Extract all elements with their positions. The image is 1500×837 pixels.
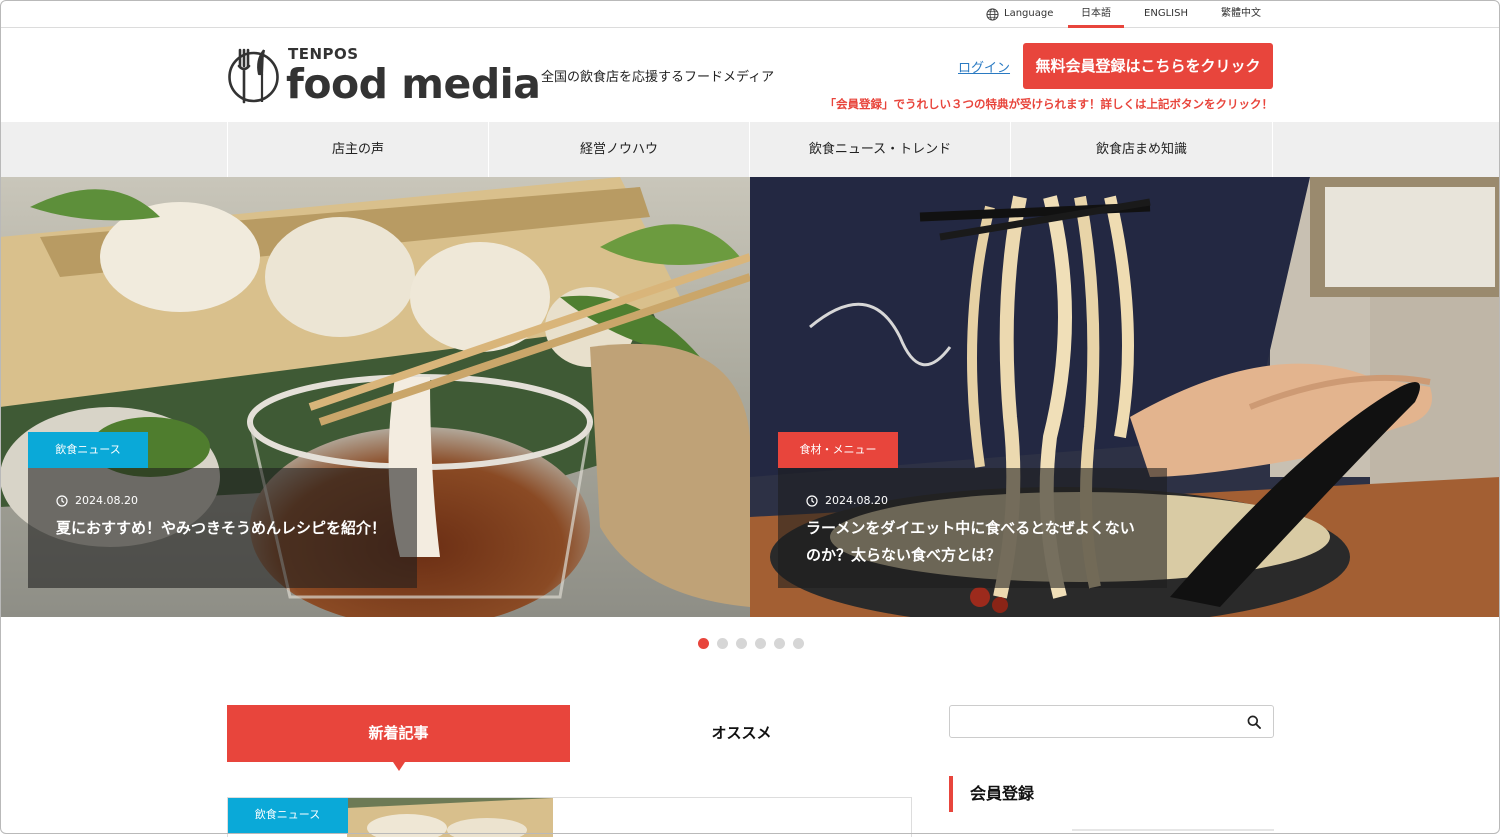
main-nav: 店主の声 経営ノウハウ 飲食ニュース・トレンド 飲食店まめ知識 [0, 122, 1500, 177]
search-icon[interactable] [1247, 715, 1261, 729]
nav-item-news-trend[interactable]: 飲食ニュース・トレンド [749, 122, 1010, 177]
slide-category-badge[interactable]: 飲食ニュース [28, 432, 148, 468]
slider-dot[interactable] [698, 638, 709, 649]
slider-dot[interactable] [793, 638, 804, 649]
slider-dot[interactable] [755, 638, 766, 649]
tab-recommended[interactable]: オススメ [570, 705, 913, 762]
fork-knife-logo-icon[interactable] [226, 46, 281, 104]
member-register-heading: 会員登録 [949, 776, 1034, 812]
nav-item-owner-voice[interactable]: 店主の声 [227, 122, 488, 177]
slider-dot[interactable] [736, 638, 747, 649]
search-box [949, 705, 1274, 738]
slide-date-text: 2024.08.20 [75, 494, 138, 507]
article-tabs: 新着記事 オススメ [227, 705, 913, 771]
login-link[interactable]: ログイン [958, 57, 1010, 76]
language-label-text: Language [1004, 8, 1054, 19]
site-tagline: 全国の飲食店を応援するフードメディア [541, 70, 775, 85]
nav-item-trivia[interactable]: 飲食店まめ知識 [1010, 122, 1273, 177]
free-register-button[interactable]: 無料会員登録はこちらをクリック [1023, 43, 1273, 89]
slide-somen[interactable]: 飲食ニュース 2024.08.20 夏におすすめ！やみつきそうめんレシピを紹介！ [0, 177, 750, 617]
slide-caption[interactable]: 2024.08.20 夏におすすめ！やみつきそうめんレシピを紹介！ [28, 468, 417, 588]
clock-icon [806, 494, 818, 507]
article-thumbnail [347, 798, 553, 837]
slider-dot[interactable] [774, 638, 785, 649]
slide-title: 夏におすすめ！やみつきそうめんレシピを紹介！ [56, 519, 387, 537]
clock-icon [56, 494, 68, 507]
tab-new-articles[interactable]: 新着記事 [227, 705, 570, 771]
slide-date-text: 2024.08.20 [825, 494, 888, 507]
slide-title: ラーメンをダイエット中に食べるとなぜよくない のか？太らない食べ方とは？ [806, 519, 1135, 564]
language-bar: Language 日本語 ENGLISH 繁體中文 [0, 0, 1500, 28]
slider-dots [698, 638, 804, 649]
article-card[interactable]: 飲食ニュース [227, 797, 912, 837]
slide-ramen[interactable]: 食材・メニュー 2024.08.20 ラーメンをダイエット中に食べるとなぜよくな… [750, 177, 1500, 617]
slide-category-badge[interactable]: 食材・メニュー [778, 432, 898, 468]
slider-dot[interactable] [717, 638, 728, 649]
slide-caption[interactable]: 2024.08.20 ラーメンをダイエット中に食べるとなぜよくない のか？太らな… [778, 468, 1167, 588]
language-label: Language [986, 0, 1053, 28]
article-category-badge[interactable]: 飲食ニュース [228, 798, 348, 833]
slide-date: 2024.08.20 [56, 494, 389, 507]
slide-date: 2024.08.20 [806, 494, 1139, 507]
language-option-zh-tw[interactable]: 繁體中文 [1214, 0, 1268, 28]
language-option-ja[interactable]: 日本語 [1068, 0, 1124, 28]
divider [1072, 829, 1274, 831]
search-input[interactable] [950, 706, 1230, 737]
nav-item-management[interactable]: 経営ノウハウ [488, 122, 749, 177]
hero-slider: 飲食ニュース 2024.08.20 夏におすすめ！やみつきそうめんレシピを紹介！ [0, 177, 1500, 617]
logo-brand-main[interactable]: food media [286, 60, 541, 108]
register-note: 「会員登録」でうれしい３つの特典が受けられます！詳しくは上記ボタンをクリック！ [824, 97, 1274, 111]
globe-icon [986, 7, 999, 21]
language-option-en[interactable]: ENGLISH [1140, 0, 1192, 28]
